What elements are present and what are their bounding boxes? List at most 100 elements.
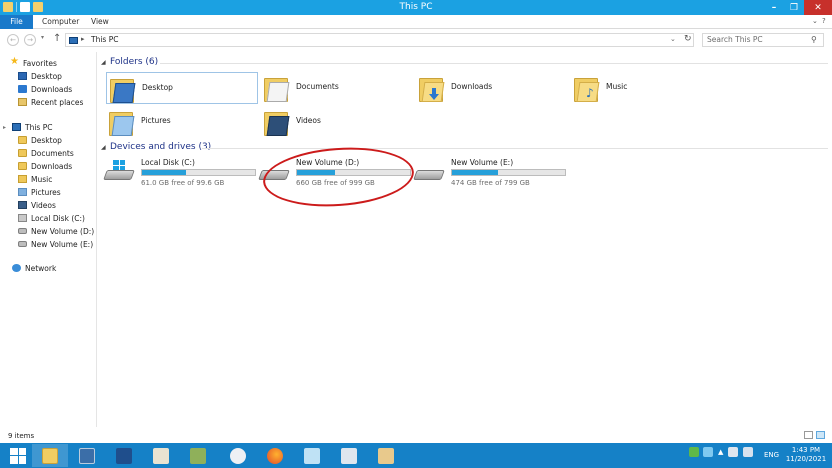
taskbar-file-explorer[interactable]	[32, 444, 68, 467]
clock-date: 11/20/2021	[785, 455, 827, 463]
folder-tile-downloads[interactable]: Downloads	[416, 72, 568, 104]
tray-app-icon[interactable]	[703, 447, 713, 457]
taskbar-clock-app[interactable]	[220, 444, 256, 467]
breadcrumb-chevron-icon[interactable]: ▸	[81, 35, 85, 43]
folder-tile-music[interactable]: ♪ Music	[571, 72, 723, 104]
folder-tile-documents[interactable]: Documents	[261, 72, 413, 104]
powershell-icon	[116, 447, 132, 464]
recent-places-icon	[18, 98, 27, 106]
collapse-group-icon[interactable]: ◢	[101, 144, 106, 151]
taskbar-paint-brush[interactable]	[368, 444, 404, 467]
taskbar-powershell[interactable]	[106, 444, 142, 467]
forward-button[interactable]: →	[24, 34, 36, 46]
tray-volume-icon[interactable]	[743, 447, 753, 457]
firefox-icon	[267, 447, 283, 464]
folder-label: Music	[606, 82, 628, 91]
star-icon: ★	[10, 56, 19, 67]
address-dropdown-icon[interactable]: ⌄	[670, 35, 676, 43]
folder-label: Desktop	[142, 83, 173, 92]
tiles-view-icon[interactable]	[816, 431, 825, 439]
tab-computer[interactable]: Computer	[42, 15, 79, 29]
ribbon-expand-icon[interactable]: ⌄	[812, 17, 818, 25]
nav-label: New Volume (D:)	[31, 227, 95, 236]
drive-tile-new-volume-e[interactable]: New Volume (E:) 474 GB free of 799 GB	[413, 156, 566, 188]
devices-group-header[interactable]: Devices and drives (3)	[110, 142, 211, 152]
folder-tile-pictures[interactable]: Pictures	[106, 106, 258, 138]
view-toggle	[804, 431, 825, 439]
music-folder-icon	[18, 175, 27, 183]
drive-tile-local-disk-c[interactable]: Local Disk (C:) 61.0 GB free of 99.6 GB	[103, 156, 256, 188]
nav-label: Network	[25, 264, 57, 273]
remote-desktop-icon	[341, 447, 357, 464]
windows-logo-icon	[10, 447, 26, 464]
nav-label: Music	[31, 175, 53, 184]
documents-folder-icon	[264, 74, 290, 102]
drive-icon	[18, 241, 27, 247]
help-icon[interactable]: ?	[822, 17, 826, 25]
server-manager-icon	[79, 447, 95, 464]
start-button[interactable]	[0, 444, 36, 467]
windows-drive-icon	[18, 214, 27, 222]
drive-icon	[413, 164, 445, 182]
taskbar-remote-desktop[interactable]	[331, 444, 367, 467]
group-divider	[202, 148, 828, 149]
paint-brush-icon	[378, 447, 394, 464]
desktop-folder-icon	[110, 75, 136, 103]
folder-tile-videos[interactable]: Videos	[261, 106, 413, 138]
taskbar-tools[interactable]	[180, 444, 216, 467]
folder-tile-desktop[interactable]: Desktop	[106, 72, 258, 104]
up-arrow-icon[interactable]: ↑	[53, 33, 61, 44]
folder-label: Videos	[296, 116, 321, 125]
item-count: 9 items	[8, 432, 35, 440]
this-pc-icon	[69, 37, 78, 44]
taskbar-server-manager[interactable]	[69, 444, 105, 467]
tab-file[interactable]: File	[0, 15, 33, 29]
taskbar-clock[interactable]: 1:43 PM 11/20/2021	[784, 446, 828, 464]
refresh-icon[interactable]: ↻	[684, 34, 692, 44]
drive-name: New Volume (E:)	[451, 158, 514, 167]
nav-label: Videos	[31, 201, 56, 210]
breadcrumb-this-pc[interactable]: This PC	[91, 35, 118, 44]
folders-group-header[interactable]: Folders (6)	[110, 57, 158, 67]
search-input[interactable]: Search This PC ⚲	[702, 33, 824, 47]
downloads-folder-icon	[18, 162, 27, 170]
back-button[interactable]: ←	[7, 34, 19, 46]
taskbar-firefox[interactable]	[257, 444, 293, 467]
window-title: This PC	[399, 2, 433, 12]
downloads-icon	[18, 85, 27, 93]
details-view-icon[interactable]	[804, 431, 813, 439]
maximize-button[interactable]: ❐	[784, 0, 804, 15]
language-indicator[interactable]: ENG	[764, 451, 779, 459]
tray-security-icon[interactable]	[689, 447, 699, 457]
nav-label: Downloads	[31, 85, 73, 94]
taskbar-paint[interactable]	[143, 444, 179, 467]
address-bar[interactable]: ▸ This PC ⌄ ↻	[65, 33, 694, 47]
clock-time: 1:43 PM	[791, 446, 821, 454]
recent-locations-dropdown-icon[interactable]: ▾	[41, 34, 44, 41]
folder-label: Pictures	[141, 116, 171, 125]
tray-network-icon[interactable]	[728, 447, 738, 457]
network-icon	[12, 264, 21, 272]
address-row: ← → ▾ ↑ ▸ This PC ⌄ ↻ Search This PC ⚲	[0, 30, 832, 50]
pictures-folder-icon	[18, 188, 27, 196]
title-bar: This PC – ❐ ✕	[0, 0, 832, 15]
expand-chevron-icon[interactable]: ▸	[3, 124, 6, 131]
documents-folder-icon	[18, 149, 27, 157]
drive-free-space: 474 GB free of 799 GB	[451, 179, 530, 187]
nav-label: Pictures	[31, 188, 61, 197]
tray-expand-icon[interactable]: ▲	[718, 448, 723, 456]
collapse-group-icon[interactable]: ◢	[101, 59, 106, 66]
windows-drive-icon	[103, 160, 135, 182]
minimize-button[interactable]: –	[764, 0, 784, 15]
file-explorer-icon	[42, 447, 58, 464]
folder-label: Documents	[296, 82, 339, 91]
tools-icon	[190, 447, 206, 464]
drive-usage-bar	[141, 169, 256, 176]
folder-label: Downloads	[451, 82, 493, 91]
tab-view[interactable]: View	[91, 15, 109, 29]
taskbar-notepad[interactable]	[294, 444, 330, 467]
drive-name: Local Disk (C:)	[141, 158, 195, 167]
search-icon[interactable]: ⚲	[811, 35, 817, 44]
close-button[interactable]: ✕	[804, 0, 832, 15]
taskbar: ▲ ENG 1:43 PM 11/20/2021	[0, 443, 832, 468]
